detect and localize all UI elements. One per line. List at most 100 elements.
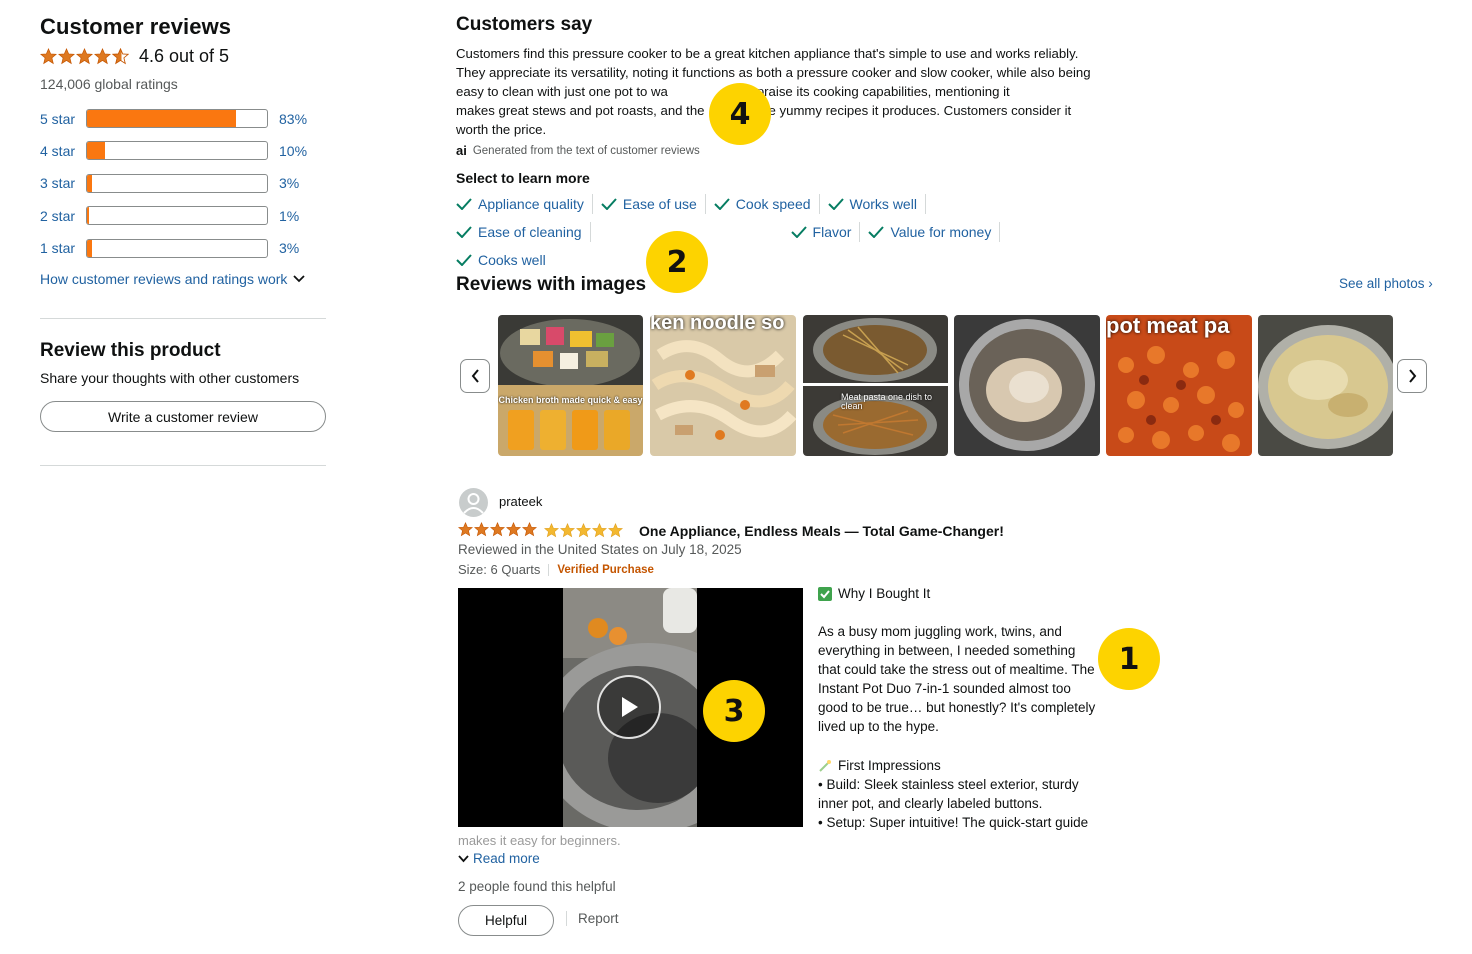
- review-image-thumbnail[interactable]: Chicken broth made quick & easy: [498, 315, 643, 456]
- customer-reviews-panel: Customer reviews 4.6 out of 5 124,006 gl…: [40, 14, 330, 287]
- check-icon: [456, 254, 472, 266]
- divider: [40, 318, 326, 319]
- aspect-chip[interactable]: Ease of use: [601, 194, 706, 214]
- customers-say-summary: Customers find this pressure cooker to b…: [456, 44, 1104, 139]
- histogram-percent[interactable]: 1%: [279, 208, 299, 224]
- read-more-label: Read more: [473, 851, 540, 866]
- review-star-rating[interactable]: [458, 522, 537, 537]
- histogram-star-label[interactable]: 3 star: [40, 175, 86, 191]
- histogram-star-label[interactable]: 4 star: [40, 143, 86, 159]
- aspect-chip[interactable]: Value for money: [868, 222, 1001, 242]
- carousel-next-button[interactable]: [1397, 359, 1427, 393]
- aspect-chip[interactable]: Flavor: [790, 222, 861, 242]
- histogram-star-label[interactable]: 2 star: [40, 208, 86, 224]
- histogram-row[interactable]: 5 star 83%: [40, 108, 330, 129]
- chevron-left-icon: [471, 369, 479, 383]
- noodle-soup-image: [650, 315, 796, 456]
- summary-text-line4a: makes great stews and pot roasts, and th…: [456, 103, 705, 118]
- write-review-button[interactable]: Write a customer review: [40, 401, 326, 432]
- check-icon: [714, 198, 730, 210]
- reviewer-avatar[interactable]: [459, 488, 488, 517]
- review-text-line: • Build: Sleek stainless steel exterior,…: [818, 777, 1079, 792]
- star-emoji-icon: [608, 523, 623, 538]
- review-image-thumbnail[interactable]: [954, 315, 1100, 456]
- review-image-thumbnail[interactable]: ken noodle so: [650, 315, 796, 456]
- report-link[interactable]: Report: [566, 911, 619, 926]
- chevron-down-icon: [458, 854, 469, 862]
- carousel-prev-button[interactable]: [460, 359, 490, 393]
- play-icon: [622, 697, 638, 717]
- review-text-line: good to be true… but honestly? It's comp…: [818, 700, 1096, 715]
- check-icon: [827, 198, 844, 210]
- aspect-chip-label: Cook speed: [735, 196, 811, 212]
- see-all-photos-link[interactable]: See all photos ›: [1339, 276, 1433, 291]
- review-image-thumbnail[interactable]: pot meat pa: [1106, 315, 1252, 456]
- check-icon: [456, 226, 472, 238]
- read-more-link[interactable]: Read more: [458, 851, 540, 866]
- star-full-icon: [58, 47, 75, 64]
- histogram-row[interactable]: 4 star 10%: [40, 140, 330, 161]
- check-icon: [456, 198, 472, 210]
- summary-text-line5: worth the price.: [456, 122, 547, 137]
- aspect-chip[interactable]: Ease of cleaning: [456, 222, 591, 242]
- average-rating-row[interactable]: 4.6 out of 5: [40, 44, 330, 68]
- histogram-percent[interactable]: 3%: [279, 240, 299, 256]
- aspect-chip[interactable]: Works well: [827, 194, 926, 214]
- star-full-icon: [522, 522, 537, 537]
- faded-text: makes it easy for beginners.: [458, 833, 621, 847]
- review-star-emojis: [544, 523, 623, 538]
- helpful-button[interactable]: Helpful: [458, 905, 554, 936]
- user-avatar-icon: [463, 493, 484, 514]
- histogram-row[interactable]: 1 star 3%: [40, 238, 330, 259]
- average-stars: [40, 47, 129, 65]
- thumb-caption: ken noodle so: [650, 315, 785, 334]
- review-text-line: inner pot, and clearly labeled buttons.: [818, 796, 1043, 811]
- histogram-row[interactable]: 3 star 3%: [40, 173, 330, 194]
- play-button[interactable]: [597, 675, 661, 739]
- divider: [40, 465, 326, 466]
- histogram-percent[interactable]: 83%: [279, 111, 307, 127]
- annotation-badge: 2: [646, 231, 708, 293]
- review-text-line: • Setup: Super intuitive! The quick-star…: [818, 815, 1089, 830]
- review-product-subtitle: Share your thoughts with other customers: [40, 370, 300, 386]
- check-icon: [790, 226, 807, 238]
- histogram-bar[interactable]: [86, 206, 268, 226]
- star-emoji-icon: [592, 523, 607, 538]
- histogram-percent[interactable]: 3%: [279, 175, 299, 191]
- reviewer-name[interactable]: prateek: [499, 494, 542, 509]
- histogram-percent[interactable]: 10%: [279, 143, 307, 159]
- chicken-pot-image: [954, 315, 1100, 456]
- customers-say-section: Customers say Customers find this pressu…: [456, 14, 1106, 270]
- review-text-line: that could take the stress out of mealti…: [818, 662, 1095, 677]
- ai-generated-note: ai Generated from the text of customer r…: [456, 143, 1106, 158]
- histogram-bar[interactable]: [86, 109, 268, 128]
- histogram-bar[interactable]: [86, 173, 268, 193]
- histogram-star-label[interactable]: 5 star: [40, 111, 86, 127]
- section-title: First Impressions: [838, 758, 941, 773]
- customer-reviews-title: Customer reviews: [40, 14, 232, 39]
- star-emoji-icon: [560, 523, 575, 538]
- histogram-star-label[interactable]: 1 star: [40, 240, 86, 256]
- review-image-thumbnail[interactable]: [1258, 315, 1393, 456]
- review-title[interactable]: One Appliance, Endless Meals — Total Gam…: [639, 523, 1004, 539]
- aspect-chip[interactable]: Appliance quality: [456, 194, 593, 214]
- histogram-bar[interactable]: [86, 238, 268, 258]
- annotation-badge: 3: [703, 680, 765, 742]
- histogram-row[interactable]: 2 star 1%: [40, 205, 330, 226]
- aspect-chip[interactable]: Cooks well: [456, 250, 554, 270]
- review-size[interactable]: Size: 6 Quarts: [458, 562, 540, 577]
- histogram-bar[interactable]: [86, 141, 268, 161]
- aspect-chip[interactable]: Cook speed: [714, 194, 820, 214]
- check-icon: [601, 198, 617, 210]
- rating-histogram: 5 star 83% 4 star 10% 3 star 3% 2 star 1% 1 star…: [40, 108, 330, 259]
- how-reviews-work-link[interactable]: How customer reviews and ratings work: [40, 271, 330, 287]
- histogram-bar-fill: [87, 239, 93, 257]
- review-image-thumbnail[interactable]: Meat pasta one dish to clean: [803, 315, 948, 456]
- ai-note-text: Generated from the text of customer revi…: [472, 144, 700, 157]
- star-full-icon: [76, 47, 93, 64]
- review-text-line: lived up to the hype.: [818, 719, 939, 734]
- aspect-chip-label: Ease of use: [622, 196, 697, 212]
- review-product-section: Review this product Share your thoughts …: [40, 340, 330, 432]
- star-full-icon: [490, 522, 505, 537]
- annotation-badge: 1: [1098, 628, 1160, 690]
